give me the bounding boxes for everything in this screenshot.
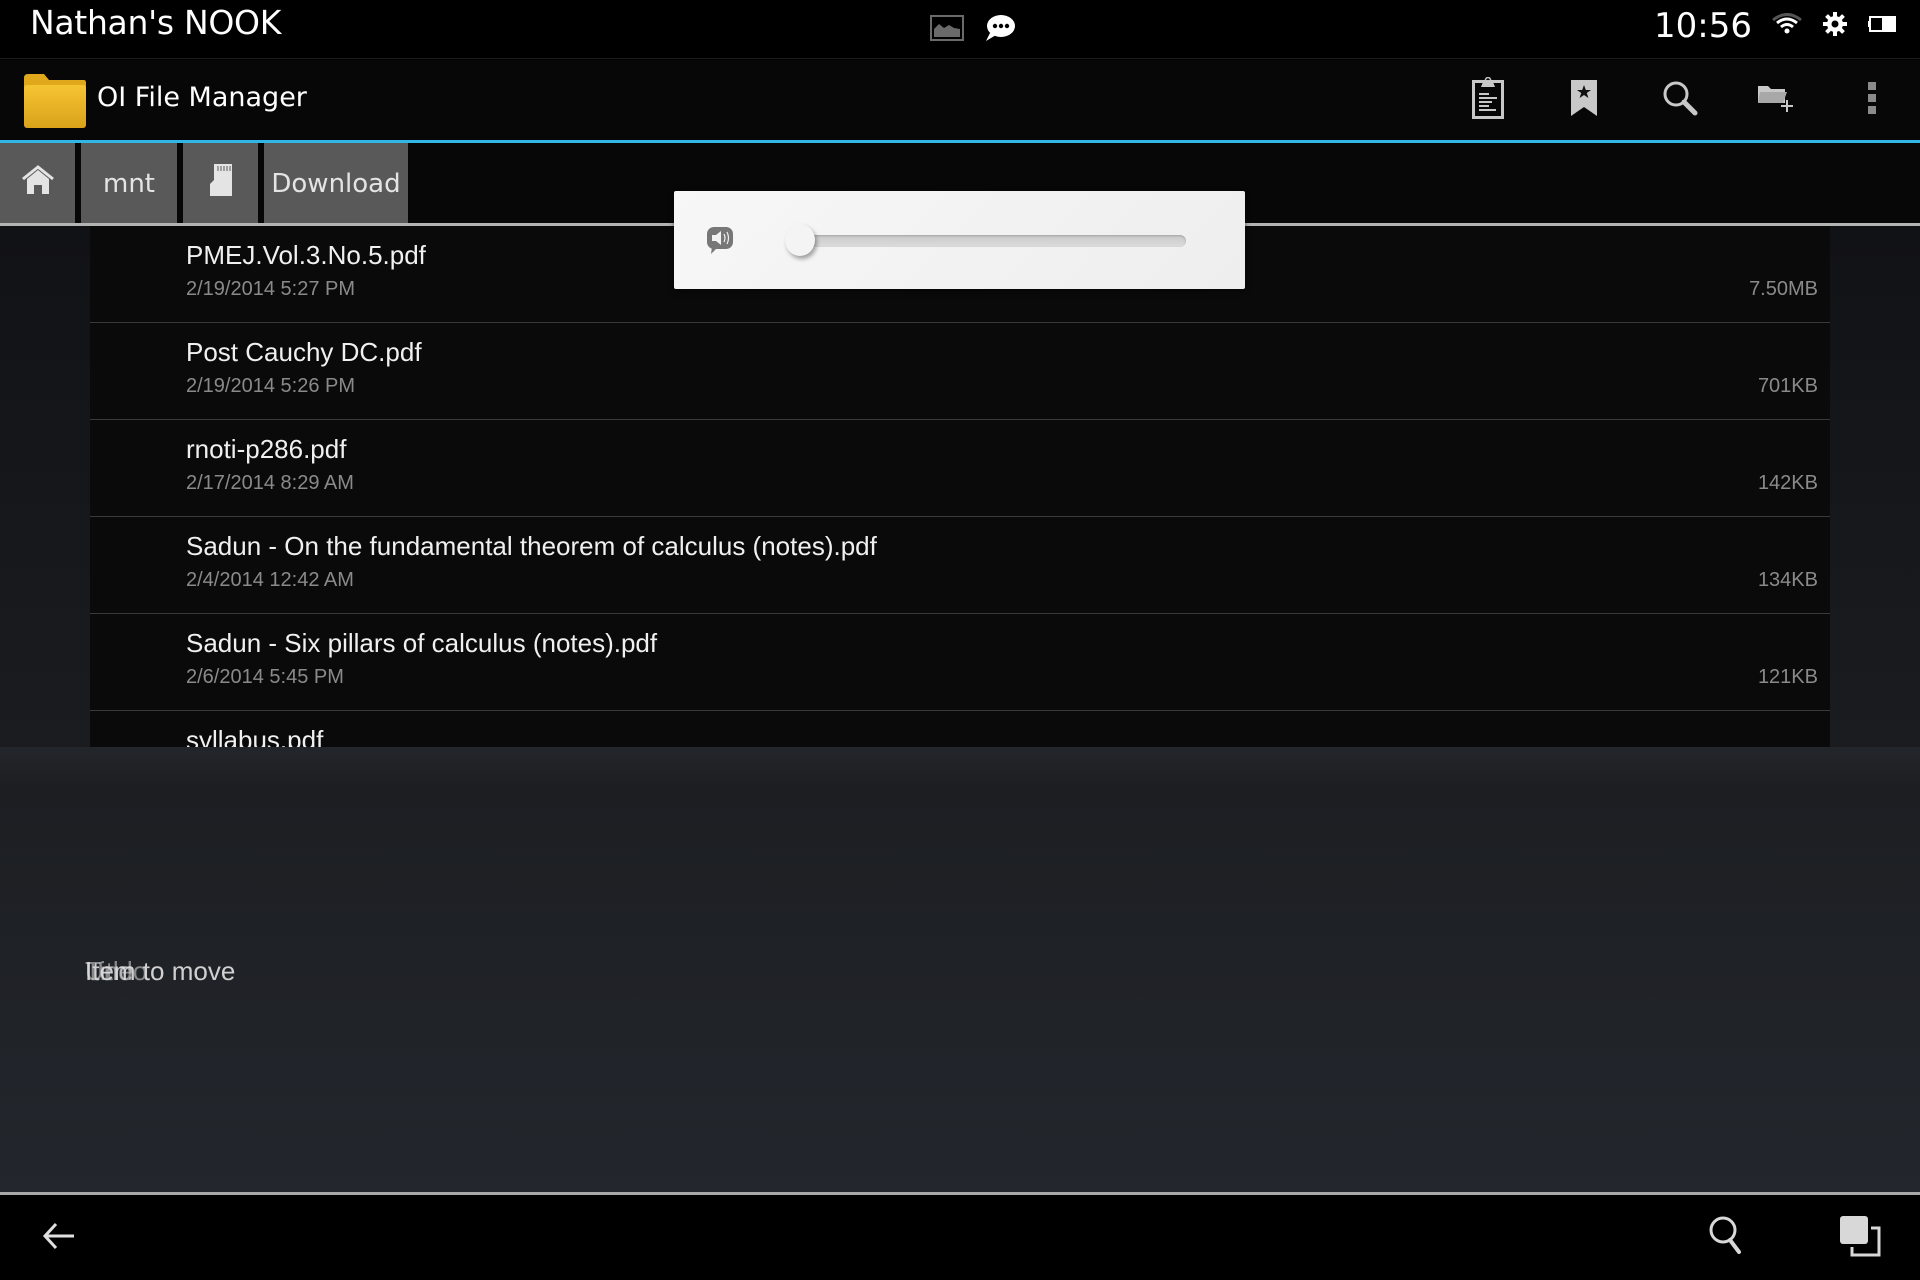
- hint-title: Title: [85, 956, 134, 986]
- file-name: syllabus.pdf: [186, 725, 324, 747]
- file-list[interactable]: PMEJ.Vol.3.No.5.pdf 2/19/2014 5:27 PM 7.…: [90, 226, 1830, 747]
- file-name: rnoti-p286.pdf: [186, 434, 347, 464]
- search-icon: [1708, 1215, 1742, 1261]
- file-size: 142KB: [1757, 472, 1818, 494]
- volume-slider-track[interactable]: [786, 235, 1186, 247]
- file-size: 121KB: [1757, 666, 1818, 688]
- recent-apps-button[interactable]: [1815, 1195, 1905, 1280]
- file-date: 2/19/2014 5:27 PM: [186, 278, 356, 300]
- image-icon[interactable]: [930, 15, 964, 45]
- nav-search-button[interactable]: [1680, 1195, 1770, 1280]
- back-arrow-icon: [42, 1221, 76, 1255]
- app-title: OI File Manager: [97, 82, 307, 113]
- new-folder-button[interactable]: [1728, 60, 1824, 140]
- recent-apps-icon: [1839, 1215, 1881, 1261]
- breadcrumb-sdcard[interactable]: [183, 143, 258, 224]
- breadcrumb-home[interactable]: [0, 143, 75, 224]
- file-row[interactable]: Post Cauchy DC.pdf 2/19/2014 5:26 PM 701…: [90, 323, 1830, 420]
- action-buttons: [1440, 60, 1920, 140]
- sd-card-icon: [209, 164, 232, 203]
- file-size: 701KB: [1757, 375, 1818, 397]
- wifi-icon: [1772, 13, 1802, 39]
- file-date: 2/17/2014 8:29 AM: [186, 472, 354, 494]
- status-bar: Nathan's NOOK 10:56: [0, 0, 1920, 59]
- overflow-menu-button[interactable]: [1824, 60, 1920, 140]
- file-row[interactable]: rnoti-p286.pdf 2/17/2014 8:29 AM 142KB: [90, 420, 1830, 517]
- breadcrumb-download[interactable]: Download: [264, 143, 408, 224]
- hint-text-overlay: Item to move Undo Title: [85, 956, 385, 990]
- bookmark-star-icon: [1570, 79, 1598, 121]
- paste-clipboard-button[interactable]: [1440, 60, 1536, 140]
- clock: 10:56: [1654, 6, 1752, 46]
- file-row[interactable]: Sadun - Six pillars of calculus (notes).…: [90, 614, 1830, 711]
- file-size: 134KB: [1757, 569, 1818, 591]
- new-folder-icon: [1757, 82, 1795, 118]
- more-vertical-icon: [1867, 82, 1877, 118]
- search-icon: [1662, 80, 1698, 120]
- navigation-bar: [0, 1195, 1920, 1280]
- status-indicators: 10:56: [1654, 6, 1896, 46]
- action-bar: OI File Manager: [0, 60, 1920, 140]
- breadcrumb-mnt[interactable]: mnt: [81, 143, 177, 224]
- file-size: 7.50MB: [1749, 278, 1818, 300]
- chat-bubble-icon[interactable]: [984, 13, 1016, 47]
- back-button[interactable]: [14, 1195, 104, 1280]
- clipboard-icon: [1472, 76, 1504, 123]
- folder-icon[interactable]: [22, 72, 88, 134]
- home-icon: [21, 165, 55, 202]
- speaker-volume-icon: [707, 227, 733, 259]
- file-name: Post Cauchy DC.pdf: [186, 337, 422, 367]
- volume-dialog: [674, 191, 1245, 289]
- settings-gear-icon[interactable]: [1822, 11, 1848, 41]
- volume-slider-thumb[interactable]: [785, 224, 815, 256]
- file-date: 2/4/2014 12:42 AM: [186, 569, 354, 591]
- file-row[interactable]: syllabus.pdf: [90, 711, 1830, 747]
- bookmarks-button[interactable]: [1536, 60, 1632, 140]
- file-name: Sadun - On the fundamental theorem of ca…: [186, 531, 877, 561]
- file-date: 2/6/2014 5:45 PM: [186, 666, 344, 688]
- file-name: Sadun - Six pillars of calculus (notes).…: [186, 628, 658, 658]
- battery-icon: [1868, 16, 1896, 36]
- file-name: PMEJ.Vol.3.No.5.pdf: [186, 240, 426, 270]
- file-date: 2/19/2014 5:26 PM: [186, 375, 356, 397]
- device-name: Nathan's NOOK: [30, 3, 282, 42]
- file-row[interactable]: Sadun - On the fundamental theorem of ca…: [90, 517, 1830, 614]
- search-button[interactable]: [1632, 60, 1728, 140]
- notification-icons: [930, 13, 1016, 47]
